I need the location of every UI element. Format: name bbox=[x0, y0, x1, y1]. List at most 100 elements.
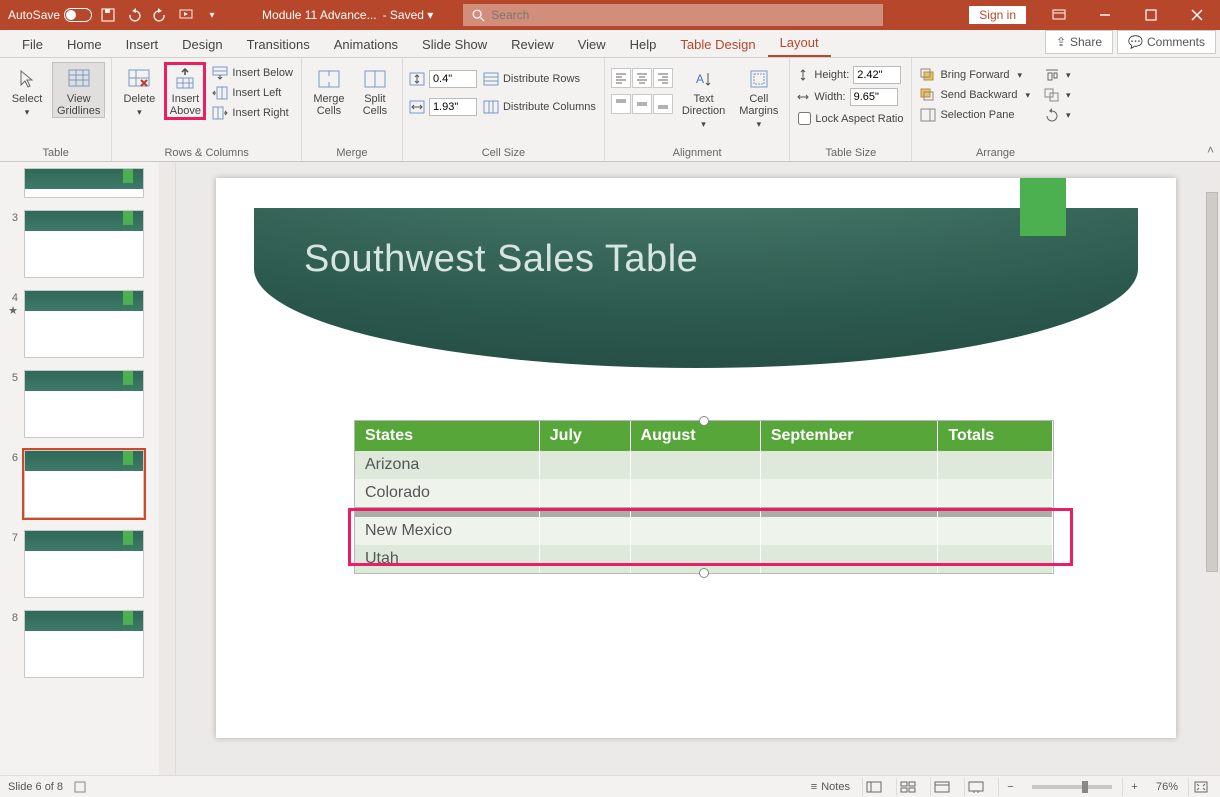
qat-more-icon[interactable]: ▾ bbox=[202, 5, 222, 25]
slide-canvas[interactable]: Southwest Sales Table StatesJulyAugustSe… bbox=[216, 178, 1176, 738]
table-cell[interactable] bbox=[938, 451, 1053, 479]
table-header[interactable]: September bbox=[760, 421, 938, 451]
table-cell[interactable] bbox=[630, 451, 760, 479]
table-cell[interactable] bbox=[539, 479, 630, 507]
table-cell[interactable]: Arizona bbox=[355, 451, 539, 479]
insert-below-button[interactable]: Insert Below bbox=[210, 64, 295, 82]
search-input[interactable] bbox=[491, 8, 875, 22]
table-cell[interactable] bbox=[630, 545, 760, 573]
rotate-objects-button[interactable]: ▾ bbox=[1042, 106, 1073, 124]
accessibility-icon[interactable] bbox=[73, 780, 87, 794]
comments-button[interactable]: 💬 Comments bbox=[1117, 30, 1216, 54]
slideshow-view-icon[interactable] bbox=[964, 778, 988, 796]
table-cell[interactable] bbox=[760, 479, 938, 507]
merge-cells-button[interactable]: Merge Cells bbox=[308, 62, 350, 118]
align-center-icon[interactable] bbox=[632, 68, 652, 88]
select-button[interactable]: Select ▾ bbox=[6, 62, 48, 119]
undo-icon[interactable] bbox=[124, 5, 144, 25]
collapse-ribbon-icon[interactable]: ˄ bbox=[1207, 143, 1214, 157]
table-cell[interactable]: Utah bbox=[355, 545, 539, 573]
table-cell[interactable] bbox=[938, 517, 1053, 545]
row-height-field[interactable] bbox=[409, 70, 477, 88]
table-cell[interactable] bbox=[938, 507, 1053, 517]
zoom-out-button[interactable]: − bbox=[998, 778, 1022, 796]
tab-help[interactable]: Help bbox=[618, 31, 669, 57]
table-cell[interactable] bbox=[760, 507, 938, 517]
insert-left-button[interactable]: Insert Left bbox=[210, 84, 295, 102]
table-header[interactable]: August bbox=[630, 421, 760, 451]
thumbnail-slide-7[interactable]: 7 bbox=[6, 530, 175, 598]
thumbnail-scrollbar[interactable] bbox=[159, 162, 175, 775]
maximize-icon[interactable] bbox=[1128, 0, 1174, 30]
fit-to-window-icon[interactable] bbox=[1188, 778, 1212, 796]
search-box[interactable] bbox=[463, 4, 883, 26]
distribute-columns-button[interactable]: Distribute Columns bbox=[481, 98, 598, 116]
table-cell[interactable] bbox=[760, 451, 938, 479]
tab-slide-show[interactable]: Slide Show bbox=[410, 31, 499, 57]
table-row[interactable]: Arizona bbox=[355, 451, 1053, 479]
table-cell[interactable] bbox=[539, 507, 630, 517]
table-cell[interactable] bbox=[630, 507, 760, 517]
slide-table[interactable]: StatesJulyAugustSeptemberTotals ArizonaCo… bbox=[354, 420, 1054, 574]
align-bottom-icon[interactable] bbox=[653, 94, 673, 114]
split-cells-button[interactable]: Split Cells bbox=[354, 62, 396, 118]
table-cell[interactable] bbox=[938, 545, 1053, 573]
save-icon[interactable] bbox=[98, 5, 118, 25]
table-cell[interactable] bbox=[630, 479, 760, 507]
align-left-icon[interactable] bbox=[611, 68, 631, 88]
selection-pane-button[interactable]: Selection Pane bbox=[918, 106, 1032, 124]
table-width-field[interactable]: Width: bbox=[796, 88, 905, 106]
table-cell[interactable]: Colorado bbox=[355, 479, 539, 507]
tab-table-design[interactable]: Table Design bbox=[668, 31, 767, 57]
align-middle-icon[interactable] bbox=[632, 94, 652, 114]
editor-scrollbar[interactable] bbox=[1204, 162, 1220, 775]
group-objects-button[interactable]: ▾ bbox=[1042, 86, 1073, 104]
lock-aspect-ratio-checkbox[interactable]: Lock Aspect Ratio bbox=[796, 110, 905, 127]
text-direction-button[interactable]: A Text Direction ▾ bbox=[677, 62, 730, 131]
table-cell[interactable] bbox=[539, 517, 630, 545]
normal-view-icon[interactable] bbox=[862, 778, 886, 796]
table-header[interactable]: Totals bbox=[938, 421, 1053, 451]
table-height-field[interactable]: Height: bbox=[796, 66, 905, 84]
align-top-icon[interactable] bbox=[611, 94, 631, 114]
align-objects-button[interactable]: ▾ bbox=[1042, 66, 1073, 84]
table-cell[interactable] bbox=[539, 451, 630, 479]
send-backward-button[interactable]: Send Backward ▾ bbox=[918, 86, 1032, 104]
zoom-slider[interactable] bbox=[1032, 785, 1112, 789]
autosave-switch-icon[interactable] bbox=[64, 8, 92, 22]
table-row[interactable]: New Mexico bbox=[355, 517, 1053, 545]
column-width-field[interactable] bbox=[409, 98, 477, 116]
thumbnail-slide-6[interactable]: 6 bbox=[6, 450, 175, 518]
table-cell[interactable] bbox=[760, 545, 938, 573]
view-gridlines-button[interactable]: View Gridlines bbox=[52, 62, 105, 118]
tab-transitions[interactable]: Transitions bbox=[235, 31, 322, 57]
tab-insert[interactable]: Insert bbox=[114, 31, 171, 57]
thumbnail-slide-3[interactable]: 3 bbox=[6, 210, 175, 278]
table-cell[interactable] bbox=[938, 479, 1053, 507]
slide-sorter-view-icon[interactable] bbox=[896, 778, 920, 796]
save-state[interactable]: - Saved ▾ bbox=[383, 8, 434, 22]
table-header[interactable]: States bbox=[355, 421, 539, 451]
tab-design[interactable]: Design bbox=[170, 31, 234, 57]
table-row[interactable]: Utah bbox=[355, 545, 1053, 573]
zoom-in-button[interactable]: + bbox=[1122, 778, 1146, 796]
share-button[interactable]: ⇪ Share bbox=[1045, 30, 1113, 54]
thumbnail-slide-4[interactable]: 4 ★ bbox=[6, 290, 175, 358]
slide-title[interactable]: Southwest Sales Table bbox=[304, 238, 698, 281]
thumbnail-slide-8[interactable]: 8 bbox=[6, 610, 175, 678]
delete-button[interactable]: Delete ▾ bbox=[118, 62, 160, 119]
thumbnail-slide-5[interactable]: 5 bbox=[6, 370, 175, 438]
tab-view[interactable]: View bbox=[566, 31, 618, 57]
tab-home[interactable]: Home bbox=[55, 31, 114, 57]
slideshow-from-start-icon[interactable] bbox=[176, 5, 196, 25]
minimize-icon[interactable] bbox=[1082, 0, 1128, 30]
insert-right-button[interactable]: Insert Right bbox=[210, 104, 295, 122]
sign-in-button[interactable]: Sign in bbox=[969, 6, 1026, 24]
table-cell[interactable] bbox=[355, 507, 539, 517]
close-icon[interactable] bbox=[1174, 0, 1220, 30]
ribbon-display-options-icon[interactable] bbox=[1036, 0, 1082, 30]
table-cell[interactable]: New Mexico bbox=[355, 517, 539, 545]
insert-above-button[interactable]: Insert Above bbox=[164, 62, 206, 120]
table-header[interactable]: July bbox=[539, 421, 630, 451]
table-row[interactable] bbox=[355, 507, 1053, 517]
